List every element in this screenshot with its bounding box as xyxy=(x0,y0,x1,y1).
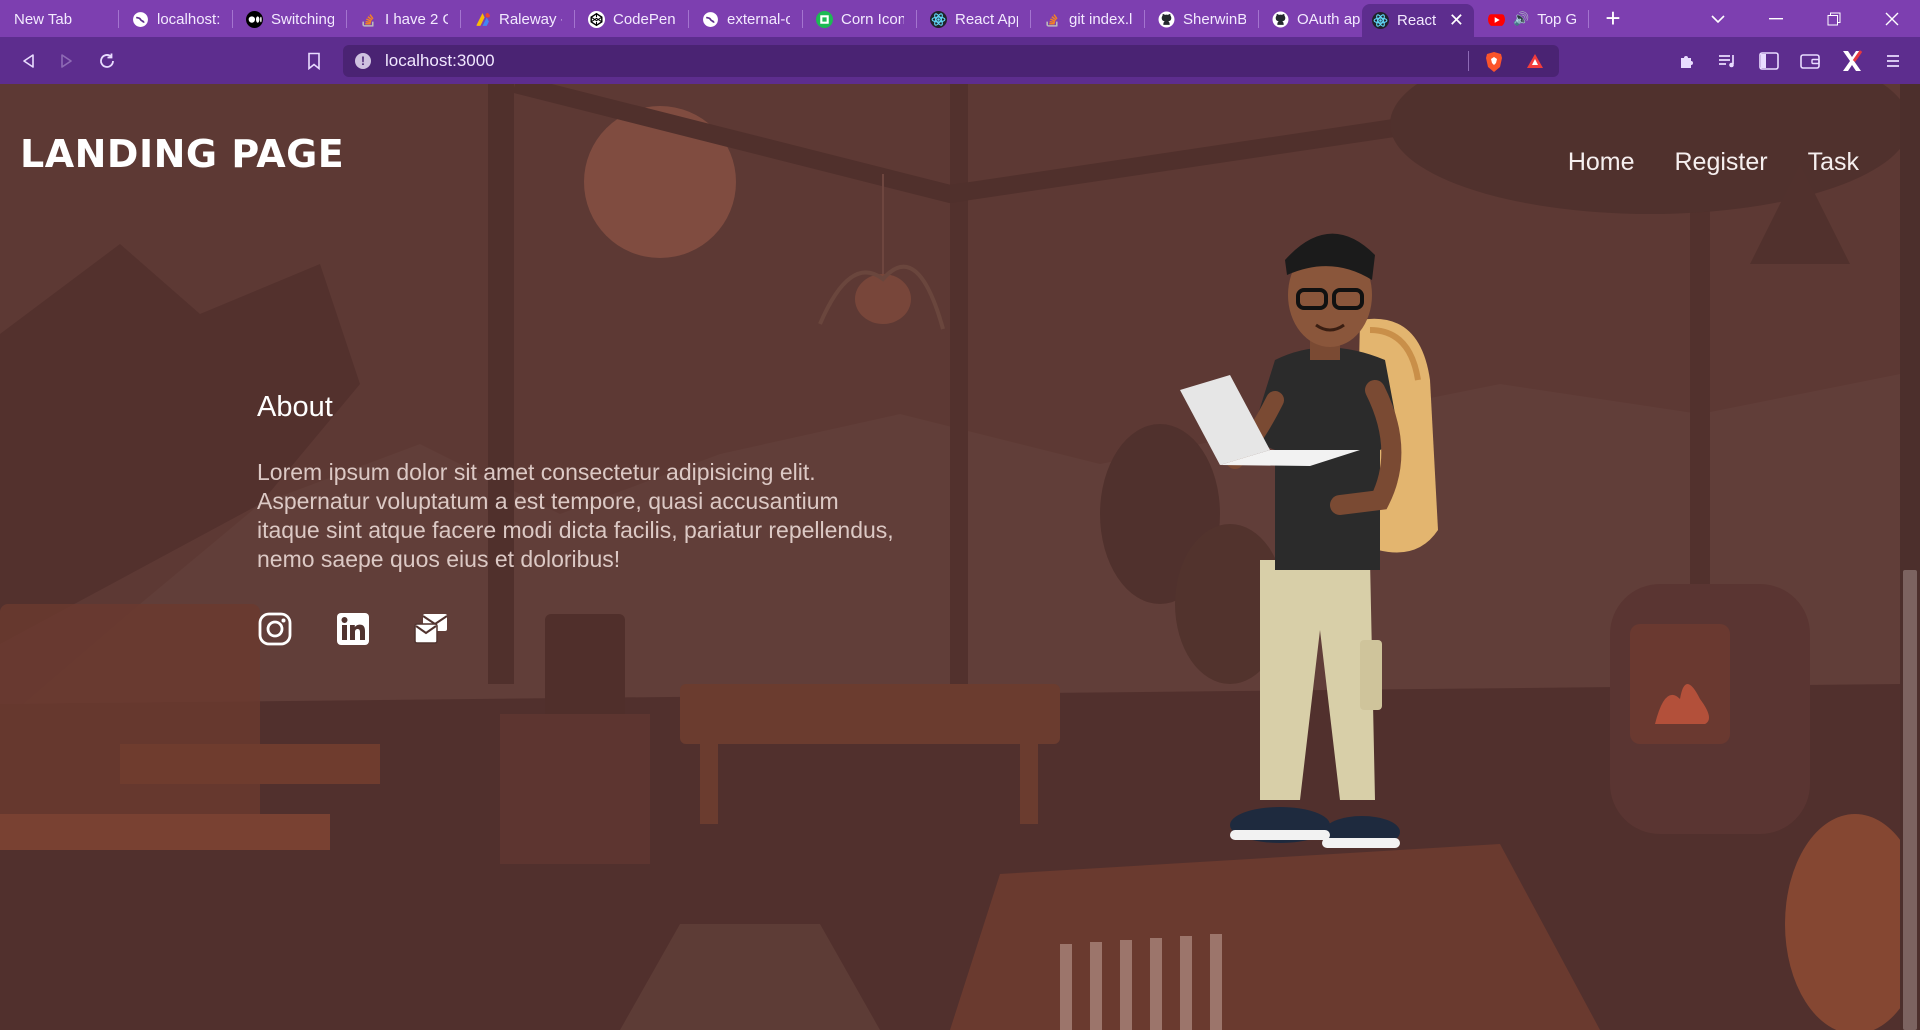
mail-icon[interactable] xyxy=(413,611,449,647)
tab-codepen[interactable]: CodePen: xyxy=(578,4,686,34)
stackoverflow-icon xyxy=(1046,13,1058,27)
bookmark-icon[interactable] xyxy=(299,46,329,76)
sidebar-toggle-icon[interactable] xyxy=(1754,46,1784,76)
tab-separator xyxy=(118,10,119,28)
about-heading: About xyxy=(257,391,333,423)
linkedin-icon[interactable] xyxy=(335,611,371,647)
tab-separator xyxy=(688,10,689,28)
restore-window-button[interactable] xyxy=(1806,0,1862,37)
close-tab-icon[interactable]: ✕ xyxy=(1449,10,1464,31)
audio-playing-icon[interactable]: 🔊 xyxy=(1513,11,1529,27)
brave-rewards-icon[interactable] xyxy=(1526,53,1544,69)
character-illustration xyxy=(1180,233,1438,848)
tab-separator xyxy=(1030,10,1031,28)
tab-title: React App xyxy=(955,10,1018,28)
tab-corn-icon[interactable]: Corn Icon xyxy=(806,4,914,34)
reload-button[interactable] xyxy=(92,46,122,76)
brave-shields-icon[interactable] xyxy=(1484,51,1504,73)
tab-separator xyxy=(346,10,347,28)
page-scrollbar-thumb[interactable] xyxy=(1903,570,1917,1030)
browser-toolbar: ! localhost:3000 xyxy=(0,37,1920,84)
tab-github-2[interactable]: OAuth ap xyxy=(1262,4,1370,34)
social-links xyxy=(257,611,449,647)
page-viewport: LANDING PAGE Home Register Task About Lo… xyxy=(0,84,1900,1030)
tab-title: external-c xyxy=(727,10,790,28)
codepen-icon xyxy=(588,10,605,28)
tab-separator xyxy=(232,10,233,28)
tab-youtube[interactable]: 🔊 Top G xyxy=(1478,4,1586,34)
instagram-icon[interactable] xyxy=(257,611,293,647)
tab-separator xyxy=(574,10,575,28)
address-bar[interactable]: ! localhost:3000 xyxy=(343,45,1559,77)
tab-title: Raleway - xyxy=(499,10,562,28)
tab-separator xyxy=(460,10,461,28)
tab-title: Switching xyxy=(271,10,334,28)
tab-external[interactable]: external-c xyxy=(692,4,800,34)
wallet-icon[interactable] xyxy=(1795,46,1825,76)
tab-separator xyxy=(1258,10,1259,28)
tab-title: React xyxy=(1397,12,1437,29)
nav-home-link[interactable]: Home xyxy=(1568,148,1635,177)
tab-title: Corn Icon xyxy=(841,10,904,28)
about-body: Lorem ipsum dolor sit amet consectetur a… xyxy=(257,459,894,572)
google-fonts-icon xyxy=(476,12,491,26)
tab-title: git index.l xyxy=(1069,10,1132,28)
nav-task-link[interactable]: Task xyxy=(1808,148,1859,177)
tab-separator xyxy=(916,10,917,28)
github-icon xyxy=(1272,11,1289,27)
globe-icon xyxy=(703,11,718,27)
extensions-icon[interactable] xyxy=(1672,46,1702,76)
media-queue-icon[interactable] xyxy=(1713,46,1743,76)
youtube-icon xyxy=(1488,13,1505,26)
stackoverflow-icon xyxy=(362,13,374,27)
tab-github-1[interactable]: SherwinBe xyxy=(1148,4,1256,34)
close-window-button[interactable] xyxy=(1864,0,1920,37)
tab-localhost[interactable]: localhost: xyxy=(122,4,230,34)
tab-title: I have 2 G xyxy=(385,10,448,28)
tab-raleway[interactable]: Raleway - xyxy=(464,4,572,34)
new-tab-button[interactable]: + xyxy=(1586,0,1640,37)
tab-title: CodePen: xyxy=(613,10,676,28)
tab-stackoverflow-1[interactable]: I have 2 G xyxy=(350,4,458,34)
tab-title: OAuth ap xyxy=(1297,10,1360,28)
browser-menu-icon[interactable] xyxy=(1878,46,1908,76)
globe-icon xyxy=(133,11,148,27)
green-square-icon xyxy=(816,10,833,28)
about-section: About Lorem ipsum dolor sit amet consect… xyxy=(257,391,897,574)
medium-icon xyxy=(246,10,263,28)
github-icon xyxy=(1158,11,1175,27)
address-divider xyxy=(1468,51,1469,71)
forward-button[interactable] xyxy=(52,46,82,76)
main-nav: Home Register Task xyxy=(1568,148,1859,177)
tab-react-active[interactable]: React ✕ xyxy=(1362,4,1474,37)
react-icon xyxy=(930,10,947,28)
react-icon xyxy=(1372,12,1389,29)
tab-title: SherwinBe xyxy=(1183,10,1246,28)
tab-react-app[interactable]: React App xyxy=(920,4,1028,34)
site-info-icon[interactable]: ! xyxy=(355,53,371,69)
minimize-window-button[interactable] xyxy=(1748,0,1804,37)
tab-title: New Tab xyxy=(14,10,73,28)
tab-separator xyxy=(1144,10,1145,28)
nav-register-link[interactable]: Register xyxy=(1675,148,1768,177)
tab-title: localhost: xyxy=(157,10,220,28)
tab-title: Top G xyxy=(1537,10,1576,28)
back-button[interactable] xyxy=(13,46,43,76)
tab-strip: New Tab localhost: Switching I have 2 G … xyxy=(0,0,1920,37)
address-url[interactable]: localhost:3000 xyxy=(385,51,495,71)
tab-search-chevron-icon[interactable] xyxy=(1690,0,1746,37)
tab-stackoverflow-2[interactable]: git index.l xyxy=(1034,4,1142,34)
profile-avatar-icon[interactable] xyxy=(1837,46,1867,76)
tab-new-tab[interactable]: New Tab xyxy=(4,4,114,34)
tab-separator xyxy=(802,10,803,28)
tab-switching[interactable]: Switching xyxy=(236,4,344,34)
site-logo[interactable]: LANDING PAGE xyxy=(20,132,344,176)
